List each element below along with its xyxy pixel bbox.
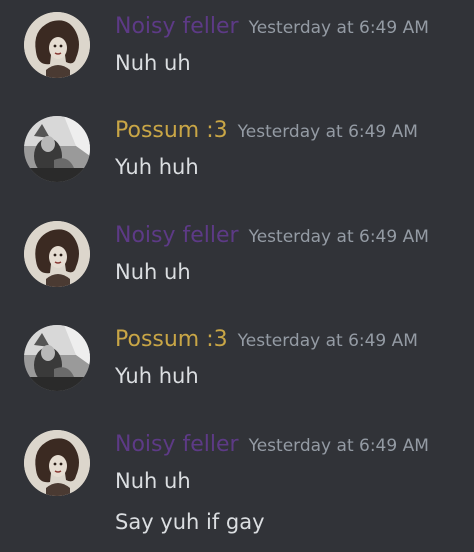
message-timestamp: Yesterday at 6:49 AM	[248, 436, 429, 456]
message-timestamp: Yesterday at 6:49 AM	[248, 18, 429, 38]
message-list: Noisy feller Yesterday at 6:49 AM Nuh uh …	[0, 0, 474, 552]
author-name[interactable]: Noisy feller	[115, 432, 239, 457]
message-item: Noisy feller Yesterday at 6:49 AM Nuh uh	[0, 0, 474, 90]
message-text: Yuh huh	[115, 364, 199, 388]
message-text: Say yuh if gay	[115, 510, 265, 534]
message-item: Possum :3 Yesterday at 6:49 AM Yuh huh	[0, 104, 474, 194]
message-timestamp: Yesterday at 6:49 AM	[237, 122, 418, 142]
noisy-feller-avatar[interactable]	[24, 221, 90, 287]
author-name[interactable]: Noisy feller	[115, 223, 239, 248]
message-item: Noisy feller Yesterday at 6:49 AM Nuh uh	[0, 209, 474, 299]
message-header: Noisy feller Yesterday at 6:49 AM	[115, 12, 429, 42]
message-text: Yuh huh	[115, 155, 199, 179]
message-header: Noisy feller Yesterday at 6:49 AM	[115, 430, 429, 460]
possum-avatar[interactable]	[24, 116, 90, 182]
noisy-feller-avatar[interactable]	[24, 12, 90, 78]
message-item: Possum :3 Yesterday at 6:49 AM Yuh huh	[0, 313, 474, 403]
message-header: Possum :3 Yesterday at 6:49 AM	[115, 325, 418, 355]
message-timestamp: Yesterday at 6:49 AM	[248, 227, 429, 247]
noisy-feller-avatar[interactable]	[24, 430, 90, 496]
author-name[interactable]: Possum :3	[115, 118, 228, 143]
message-header: Possum :3 Yesterday at 6:49 AM	[115, 116, 418, 146]
possum-avatar[interactable]	[24, 325, 90, 391]
message-item: Noisy feller Yesterday at 6:49 AM Nuh uh …	[0, 418, 474, 552]
message-text: Nuh uh	[115, 51, 191, 75]
message-header: Noisy feller Yesterday at 6:49 AM	[115, 221, 429, 251]
author-name[interactable]: Possum :3	[115, 327, 228, 352]
message-text: Nuh uh	[115, 260, 191, 284]
message-text: Nuh uh	[115, 469, 191, 493]
author-name[interactable]: Noisy feller	[115, 14, 239, 39]
message-timestamp: Yesterday at 6:49 AM	[237, 331, 418, 351]
